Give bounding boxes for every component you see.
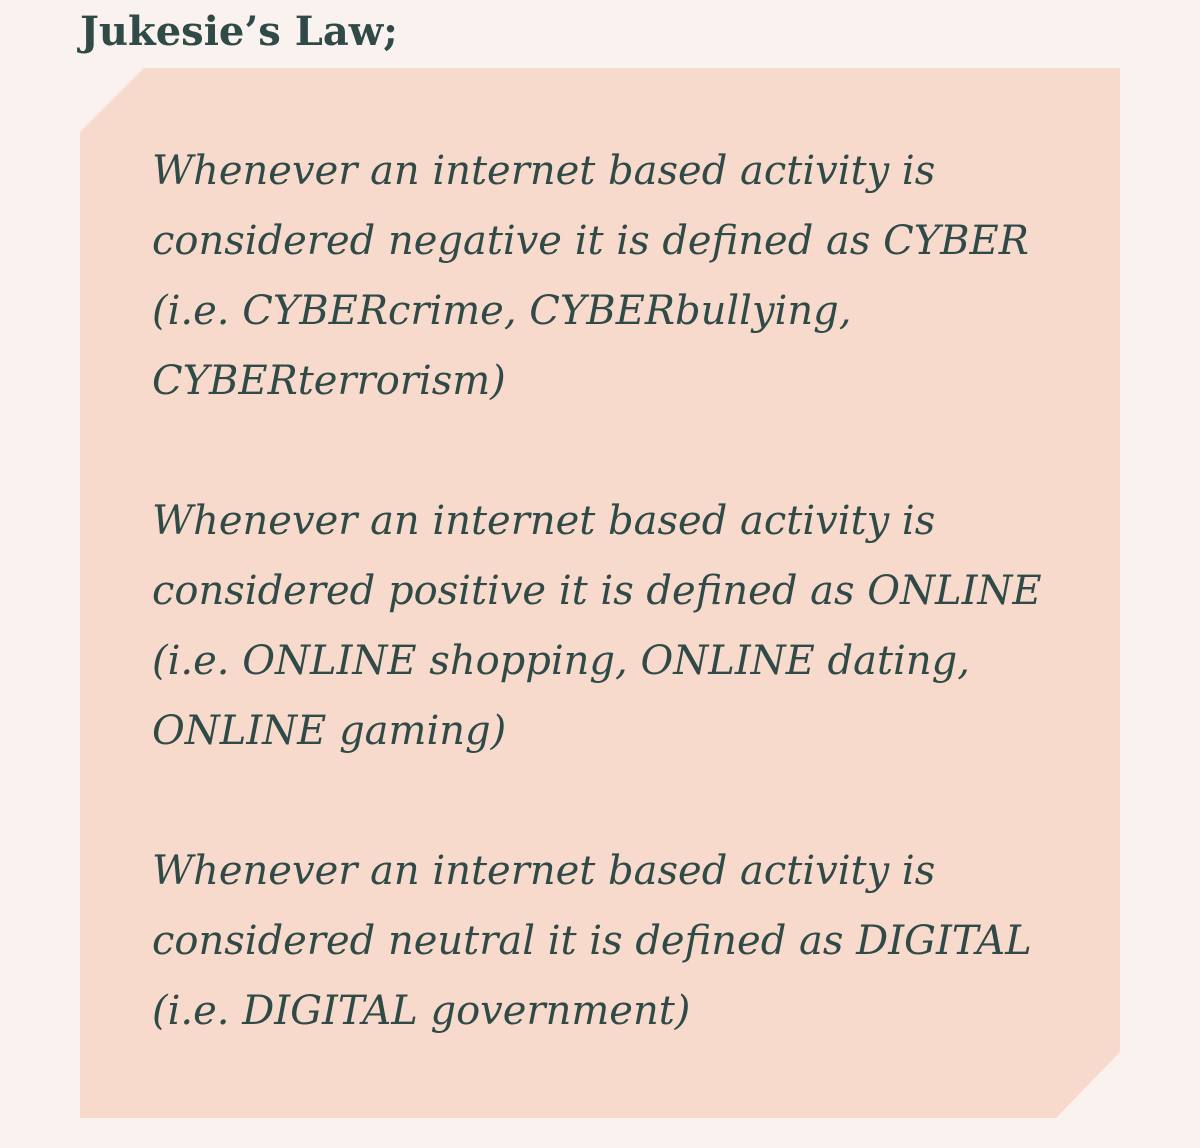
- quote-paragraph-digital: Whenever an internet based activity is c…: [152, 848, 1032, 1034]
- page-title: Jukesie’s Law;: [80, 8, 398, 55]
- blockquote: Whenever an internet based activity is c…: [80, 68, 1120, 1118]
- blockquote-text: Whenever an internet based activity is c…: [152, 136, 1092, 1046]
- quote-paragraph-online: Whenever an internet based activity is c…: [152, 498, 1042, 754]
- quote-paragraph-cyber: Whenever an internet based activity is c…: [152, 148, 1029, 404]
